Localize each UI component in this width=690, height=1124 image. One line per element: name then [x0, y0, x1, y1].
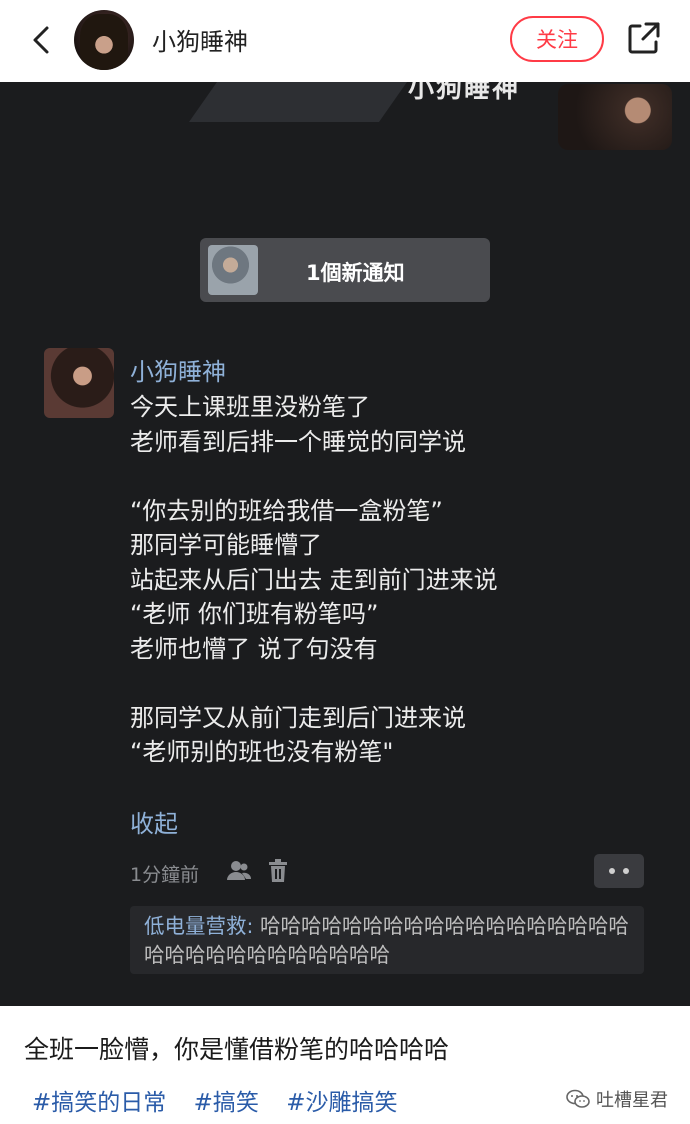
decorative-shape: [188, 82, 422, 122]
trash-icon[interactable]: [266, 858, 290, 884]
dot-icon: [623, 868, 629, 874]
collapse-link[interactable]: 收起: [130, 804, 178, 839]
post-caption: 全班一脸懵，你是懂借粉笔的哈哈哈哈: [24, 1035, 450, 1064]
author-avatar[interactable]: [74, 10, 134, 70]
hashtag-link[interactable]: #搞笑的日常: [32, 1090, 166, 1116]
share-button[interactable]: [624, 18, 664, 58]
post-line: 站起来从后门出去 走到前门进来说: [130, 565, 498, 594]
post-line: 那同学可能睡懵了: [130, 531, 322, 559]
post-timestamp: 1分鐘前: [130, 864, 200, 886]
profile-thumbnail: [558, 84, 672, 150]
wechat-icon: [566, 1089, 590, 1108]
follow-button[interactable]: 关注: [510, 16, 604, 62]
post-line: “你去别的班给我借一盒粉笔”: [130, 496, 443, 525]
post-line: “老师 你们班有粉笔吗”: [130, 600, 379, 628]
back-button[interactable]: [22, 20, 62, 60]
watermark: 吐槽星君: [566, 1086, 668, 1112]
post-line-blank: [130, 666, 650, 701]
comment-author[interactable]: 低电量营救:: [144, 914, 253, 938]
cut-off-title: 小狗睡神: [408, 82, 521, 104]
comment-box[interactable]: 低电量营救: 哈哈哈哈哈哈哈哈哈哈哈哈哈哈哈哈哈哈哈哈哈哈哈哈哈哈哈哈哈哈: [130, 906, 644, 974]
post-line: 今天上课班里没粉笔了: [130, 393, 370, 421]
post-image[interactable]: 小狗睡神 1個新通知 小狗睡神 今天上课班里没粉笔了 老师看到后排一个睡觉的同学…: [0, 82, 690, 1006]
chevron-left-icon: [33, 26, 49, 54]
post-line: 那同学又从前门走到后门进来说: [130, 703, 466, 732]
notification-avatar: [208, 245, 258, 295]
more-options-button[interactable]: [594, 854, 644, 888]
notification-text: 1個新通知: [306, 261, 405, 285]
dot-icon: [609, 868, 615, 874]
post-header: 小狗睡神 关注: [0, 0, 690, 82]
watermark-text: 吐槽星君: [596, 1090, 668, 1111]
post-author-name[interactable]: 小狗睡神: [130, 352, 226, 387]
share-icon: [628, 22, 660, 54]
post-body: 今天上课班里没粉笔了 老师看到后排一个睡觉的同学说 “你去别的班给我借一盒粉笔”…: [130, 390, 650, 770]
hashtag-link[interactable]: #搞笑: [194, 1090, 259, 1116]
post-line-blank: [130, 459, 650, 494]
notification-pill[interactable]: 1個新通知: [200, 238, 490, 302]
people-icon[interactable]: [226, 858, 252, 884]
author-name[interactable]: 小狗睡神: [152, 22, 248, 57]
hashtag-link[interactable]: #沙雕搞笑: [286, 1090, 397, 1116]
post-line: “老师别的班也没有粉笔": [130, 738, 394, 766]
tag-list: #搞笑的日常 #搞笑 #沙雕搞笑: [32, 1083, 417, 1117]
post-avatar[interactable]: [44, 348, 114, 418]
post-line: 老师也懵了 说了句没有: [130, 634, 378, 663]
post-line: 老师看到后排一个睡觉的同学说: [130, 427, 466, 456]
